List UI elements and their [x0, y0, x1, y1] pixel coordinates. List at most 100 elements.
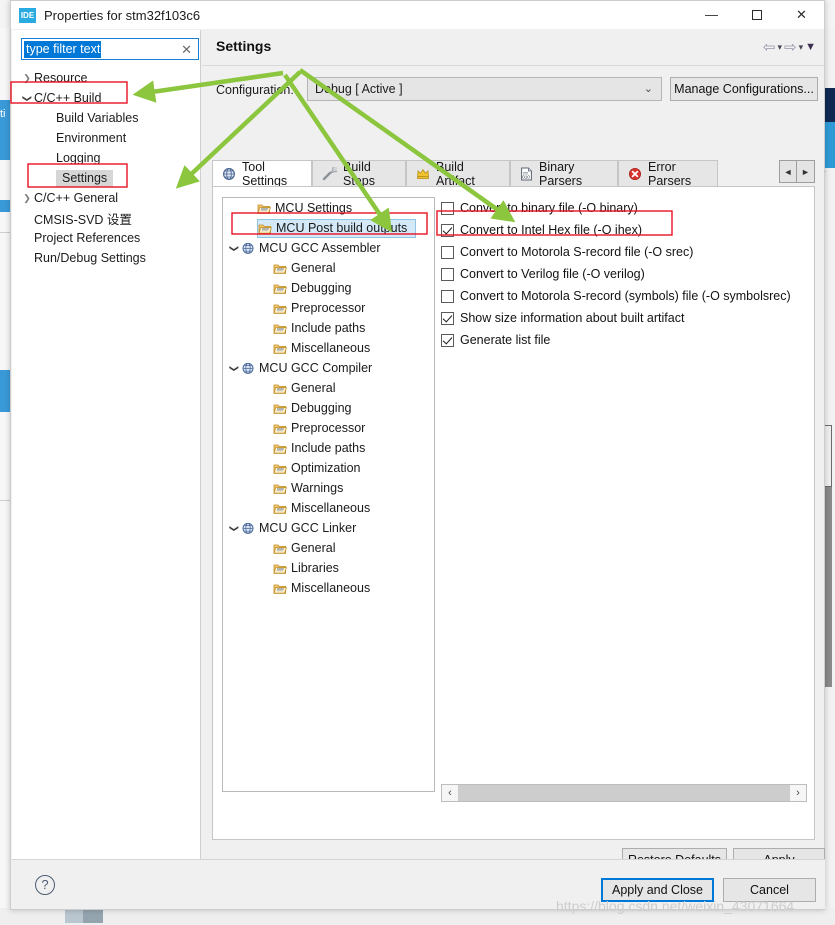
maximize-button[interactable] [734, 1, 779, 29]
filter-input[interactable]: type filter text ✕ [21, 38, 199, 60]
nav-tree-item-cmsis-svd[interactable]: CMSIS-SVD 设置 [12, 208, 201, 228]
nav-tree-item-logging[interactable]: Logging [12, 148, 201, 168]
nav-tree-item-label: C/C++ General [34, 191, 119, 205]
nav-tree-item-build-variables[interactable]: Build Variables [12, 108, 201, 128]
tool-tree-item-warnings[interactable]: Warnings [223, 478, 434, 498]
tool-tree-item-content: Include paths [273, 441, 365, 455]
configuration-select[interactable]: Debug [ Active ] ⌄ [307, 77, 662, 101]
tool-tree-item-content: Preprocessor [273, 421, 365, 435]
chevron-down-icon[interactable]: ❯ [229, 361, 240, 375]
nav-tree-item-resource[interactable]: ❯ Resource [12, 68, 201, 88]
horizontal-scrollbar[interactable]: ‹ › [441, 784, 807, 802]
scroll-left-icon[interactable]: ‹ [442, 787, 458, 799]
chevron-down-icon[interactable]: ❯ [229, 241, 240, 255]
folder-icon [273, 482, 291, 495]
checkbox-row[interactable]: Convert to Intel Hex file (-O ihex) [441, 219, 807, 241]
tool-tree-item-general[interactable]: General [223, 378, 434, 398]
tool-tree-item-miscellaneous[interactable]: Miscellaneous [223, 338, 434, 358]
tool-tree-item-include-paths[interactable]: Include paths [223, 438, 434, 458]
help-icon[interactable]: ? [35, 875, 55, 895]
forward-dropdown-icon[interactable]: ▾ [799, 42, 804, 53]
nav-tree-item-settings[interactable]: Settings [12, 168, 201, 188]
chevron-down-icon[interactable]: ❯ [22, 91, 33, 105]
close-button[interactable]: ✕ [779, 1, 824, 29]
tool-tree-item-miscellaneous[interactable]: Miscellaneous [223, 578, 434, 598]
tool-tree-item-label: Include paths [291, 321, 366, 335]
tab-label: Build Steps [343, 159, 375, 188]
tool-tree-item-preprocessor[interactable]: Preprocessor [223, 298, 434, 318]
tool-tree-item-label: General [291, 381, 336, 395]
scrollbar-thumb[interactable] [458, 785, 790, 801]
tab-build-steps[interactable]: Build Steps [312, 159, 406, 188]
checkbox-unchecked-icon[interactable] [441, 289, 454, 303]
checkbox-unchecked-icon[interactable] [441, 267, 454, 281]
tool-tree-item-content: General [273, 261, 335, 275]
manage-configurations-button[interactable]: Manage Configurations... [670, 77, 818, 101]
checkbox-checked-icon[interactable] [441, 311, 454, 325]
tool-tree-item-mcu-gcc-linker[interactable]: ❯ MCU GCC Linker [223, 518, 434, 538]
nav-tree-item-run-debug-settings[interactable]: Run/Debug Settings [12, 248, 201, 268]
tab-scroll-right-button[interactable]: ► [797, 161, 814, 182]
ide-icon: IDE [19, 7, 36, 23]
tab-binary-parsers[interactable]: 010 Binary Parsers [510, 160, 618, 188]
nav-tree-item-c-c-general[interactable]: ❯ C/C++ General [12, 188, 201, 208]
checkbox-unchecked-icon[interactable] [441, 201, 454, 215]
nav-tree-item-c-c-build[interactable]: ❯ C/C++ Build [12, 88, 201, 108]
chevron-down-icon[interactable]: ❯ [229, 521, 240, 535]
clear-filter-icon[interactable]: ✕ [181, 42, 192, 58]
tool-tree-item-general[interactable]: General [223, 258, 434, 278]
tool-tree-item-miscellaneous[interactable]: Miscellaneous [223, 498, 434, 518]
tab-scroll-left-button[interactable]: ◄ [780, 161, 797, 182]
tool-tree-item-mcu-gcc-assembler[interactable]: ❯ MCU GCC Assembler [223, 238, 434, 258]
tool-tree-item-label: MCU GCC Assembler [259, 241, 381, 255]
binary-file-icon: 010 [520, 167, 533, 181]
tab-error-parsers[interactable]: Error Parsers [618, 160, 718, 188]
tool-tree-item-mcu-gcc-compiler[interactable]: ❯ MCU GCC Compiler [223, 358, 434, 378]
tool-tree-item-mcu-post-build-outputs[interactable]: MCU Post build outputs [223, 218, 434, 238]
checkbox-checked-icon[interactable] [441, 223, 454, 237]
checkbox-checked-icon[interactable] [441, 333, 454, 347]
tool-tree-item-libraries[interactable]: Libraries [223, 558, 434, 578]
nav-tree-item-project-references[interactable]: Project References [12, 228, 201, 248]
close-icon: ✕ [796, 7, 807, 22]
chevron-right-icon[interactable]: ❯ [20, 193, 34, 204]
tool-tree-item-mcu-settings[interactable]: MCU Settings [223, 198, 434, 218]
tool-tree-item-include-paths[interactable]: Include paths [223, 318, 434, 338]
minimize-button[interactable]: — [689, 1, 734, 29]
forward-arrow-icon[interactable]: ⇨ [784, 38, 797, 56]
tool-tree-item-debugging[interactable]: Debugging [223, 278, 434, 298]
scroll-right-icon[interactable]: › [790, 787, 806, 799]
tool-tree-item-general[interactable]: General [223, 538, 434, 558]
checkbox-row[interactable]: Generate list file [441, 329, 807, 351]
svg-text:010: 010 [522, 174, 530, 179]
tool-tree-item-debugging[interactable]: Debugging [223, 398, 434, 418]
screen: ti a v IDE Properties for stm32f103c6 — … [0, 0, 835, 925]
chevron-right-icon[interactable]: ❯ [20, 73, 34, 84]
nav-tree-item-label: CMSIS-SVD 设置 [34, 212, 132, 227]
tool-tree-item-optimization[interactable]: Optimization [223, 458, 434, 478]
checkbox-unchecked-icon[interactable] [441, 245, 454, 259]
tool-tree-item-label: Debugging [291, 281, 352, 295]
page-title: Settings [216, 38, 272, 54]
tab-build-artifact[interactable]: Build Artifact [406, 160, 510, 188]
tool-tree-item-label: Include paths [291, 441, 366, 455]
checkbox-row[interactable]: Convert to Verilog file (-O verilog) [441, 263, 807, 285]
nav-tree-item-environment[interactable]: Environment [12, 128, 201, 148]
checkbox-row[interactable]: Show size information about built artifa… [441, 307, 807, 329]
folder-icon [273, 542, 291, 555]
view-menu-icon[interactable]: ▼ [805, 41, 816, 53]
tab-tool-settings[interactable]: Tool Settings [212, 160, 312, 188]
background-blue-marker-3 [0, 370, 10, 412]
tool-tree-item-preprocessor[interactable]: Preprocessor [223, 418, 434, 438]
back-dropdown-icon[interactable]: ▾ [777, 42, 782, 53]
checkbox-row[interactable]: Convert to Motorola S-record file (-O sr… [441, 241, 807, 263]
tab-scroll-controls: ◄ ► [779, 160, 815, 183]
tool-tree-item-content: Debugging [273, 281, 351, 295]
checkbox-row[interactable]: Convert to binary file (-O binary) [441, 197, 807, 219]
back-arrow-icon[interactable]: ⇦ [763, 38, 776, 56]
post-build-options-list: Convert to binary file (-O binary) Conver… [441, 197, 807, 351]
checkbox-row[interactable]: Convert to Motorola S-record (symbols) f… [441, 285, 807, 307]
